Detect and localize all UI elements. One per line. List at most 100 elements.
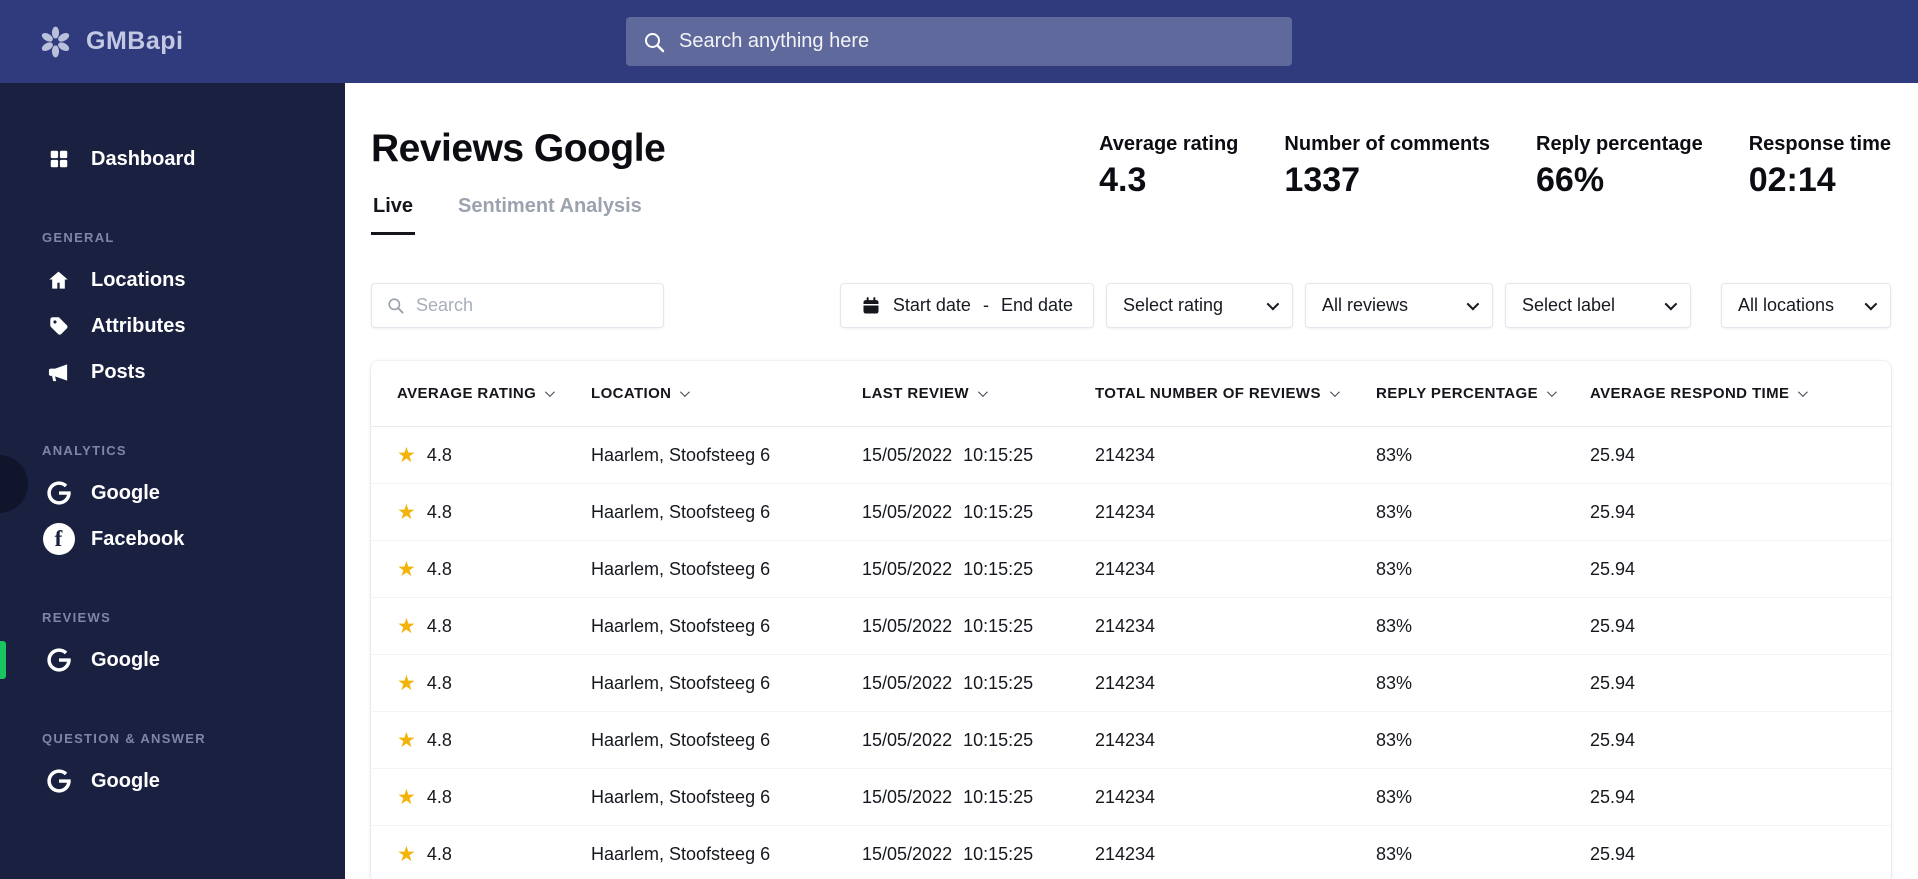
google-icon: [42, 479, 75, 507]
sidebar-item-posts[interactable]: Posts: [0, 349, 345, 395]
review-date: 15/05/2022: [862, 786, 953, 807]
calendar-icon: [861, 296, 881, 316]
sidebar-item-label: Facebook: [91, 527, 185, 550]
last-review-cell: 15/05/2022 10:15:25: [862, 673, 1095, 694]
table-header-cell[interactable]: Average respond time: [1590, 385, 1891, 402]
topbar: GMBapi: [0, 0, 1918, 83]
global-search-input[interactable]: [679, 30, 1276, 53]
table-search-input[interactable]: [416, 295, 649, 316]
date-range-picker[interactable]: Start date - End date: [839, 283, 1094, 328]
star-icon: ★: [397, 671, 416, 695]
table-header-cell[interactable]: Location: [591, 385, 862, 402]
header-label: Location: [591, 385, 672, 402]
sidebar-item-analytics-facebook[interactable]: f Facebook: [0, 516, 345, 562]
review-date: 15/05/2022: [862, 729, 953, 750]
table-row[interactable]: ★ 4.8 Haarlem, Stoofsteeg 6 15/05/2022 1…: [371, 541, 1891, 598]
table-row[interactable]: ★ 4.8 Haarlem, Stoofsteeg 6 15/05/2022 1…: [371, 769, 1891, 826]
all-locations-dropdown[interactable]: All locations: [1721, 283, 1891, 328]
all-reviews-dropdown[interactable]: All reviews: [1305, 283, 1493, 328]
average-rating-cell: ★ 4.8: [397, 616, 591, 637]
review-date: 15/05/2022: [862, 672, 953, 693]
location-cell: Haarlem, Stoofsteeg 6: [591, 729, 771, 750]
star-icon: ★: [397, 500, 416, 524]
last-review-cell: 15/05/2022 10:15:25: [862, 616, 1095, 637]
table-row[interactable]: ★ 4.8 Haarlem, Stoofsteeg 6 15/05/2022 1…: [371, 427, 1891, 484]
reply-percentage-cell: 83%: [1376, 672, 1413, 693]
location-cell: Haarlem, Stoofsteeg 6: [591, 558, 771, 579]
average-rating-cell: ★ 4.8: [397, 445, 591, 466]
google-icon: [42, 646, 75, 674]
sidebar-item-label: Locations: [91, 268, 186, 291]
sidebar-item-dashboard[interactable]: Dashboard: [0, 136, 345, 182]
review-date: 15/05/2022: [862, 843, 953, 864]
table-header-cell[interactable]: Total number of reviews: [1095, 385, 1376, 402]
location-cell: Haarlem, Stoofsteeg 6: [591, 615, 771, 636]
sidebar-item-locations[interactable]: Locations: [0, 257, 345, 303]
logo[interactable]: GMBapi: [0, 25, 183, 59]
table-header-cell[interactable]: Last review: [862, 385, 1095, 402]
sidebar-item-label: Posts: [91, 360, 146, 383]
table-header-cell[interactable]: Reply percentage: [1376, 385, 1590, 402]
chevron-down-icon: [1664, 297, 1678, 311]
total-reviews-cell: 214234: [1095, 444, 1156, 465]
rating-value: 4.8: [426, 558, 452, 579]
tab-live[interactable]: Live: [371, 195, 416, 235]
sidebar-item-analytics-google[interactable]: Google: [0, 470, 345, 516]
sidebar-item-attributes[interactable]: Attributes: [0, 303, 345, 349]
select-label-dropdown[interactable]: Select label: [1505, 283, 1691, 328]
sidebar-item-label: Google: [91, 481, 160, 504]
total-reviews-cell: 214234: [1095, 729, 1156, 750]
star-icon: ★: [397, 614, 416, 638]
sidebar-section-question-answer: Question & Answer: [42, 731, 206, 746]
reviews-table: Average rating Location Last review: [371, 361, 1891, 879]
table-row[interactable]: ★ 4.8 Haarlem, Stoofsteeg 6 15/05/2022 1…: [371, 484, 1891, 541]
stat-label: Number of comments: [1284, 133, 1490, 155]
google-icon: [42, 767, 75, 795]
total-reviews-cell: 214234: [1095, 672, 1156, 693]
table-search-field[interactable]: [371, 283, 664, 328]
table-row[interactable]: ★ 4.8 Haarlem, Stoofsteeg 6 15/05/2022 1…: [371, 598, 1891, 655]
stats-row: Average rating 4.3 Number of comments 13…: [1099, 133, 1891, 200]
star-icon: ★: [397, 842, 416, 866]
table-row[interactable]: ★ 4.8 Haarlem, Stoofsteeg 6 15/05/2022 1…: [371, 826, 1891, 879]
app: GMBapi Dashboard General Locations: [0, 0, 1918, 879]
stat-value: 4.3: [1099, 161, 1147, 199]
title-block: Reviews Google Live Sentiment Analysis: [371, 127, 666, 235]
star-icon: ★: [397, 785, 416, 809]
sidebar-item-qa-google[interactable]: Google: [0, 758, 345, 804]
reply-percentage-cell: 83%: [1376, 729, 1413, 750]
sidebar-item-reviews-google[interactable]: Google: [0, 637, 345, 683]
chevron-down-icon: [1266, 297, 1280, 311]
reply-percentage-cell: 83%: [1376, 558, 1413, 579]
review-time: 10:15:25: [963, 786, 1034, 807]
average-rating-cell: ★ 4.8: [397, 559, 591, 580]
tab-sentiment-analysis[interactable]: Sentiment Analysis: [456, 195, 644, 235]
table-header-cell[interactable]: Average rating: [397, 385, 591, 402]
stat-block: Number of comments 1337: [1284, 133, 1490, 200]
sort-chevron-icon: [1546, 387, 1557, 398]
select-rating-dropdown[interactable]: Select rating: [1106, 283, 1293, 328]
star-icon: ★: [397, 557, 416, 581]
last-review-cell: 15/05/2022 10:15:25: [862, 787, 1095, 808]
rating-value: 4.8: [426, 501, 452, 522]
dashboard-grid-icon: [42, 148, 75, 170]
stat-label: Reply percentage: [1536, 133, 1703, 155]
header-label: Average respond time: [1590, 385, 1790, 402]
last-review-cell: 15/05/2022 10:15:25: [862, 502, 1095, 523]
stat-block: Response time 02:14: [1749, 133, 1891, 200]
stat-label: Average rating: [1099, 133, 1239, 155]
search-icon: [642, 30, 666, 54]
reply-percentage-cell: 83%: [1376, 843, 1413, 864]
rating-value: 4.8: [426, 672, 452, 693]
rating-value: 4.8: [426, 444, 452, 465]
total-reviews-cell: 214234: [1095, 558, 1156, 579]
table-row[interactable]: ★ 4.8 Haarlem, Stoofsteeg 6 15/05/2022 1…: [371, 712, 1891, 769]
chevron-down-icon: [1864, 297, 1878, 311]
global-search-bar[interactable]: [626, 17, 1292, 66]
date-separator: -: [982, 295, 989, 315]
location-cell: Haarlem, Stoofsteeg 6: [591, 501, 771, 522]
respond-time-cell: 25.94: [1590, 444, 1636, 465]
average-rating-cell: ★ 4.8: [397, 787, 591, 808]
date-start-label: Start date: [892, 295, 971, 315]
table-row[interactable]: ★ 4.8 Haarlem, Stoofsteeg 6 15/05/2022 1…: [371, 655, 1891, 712]
